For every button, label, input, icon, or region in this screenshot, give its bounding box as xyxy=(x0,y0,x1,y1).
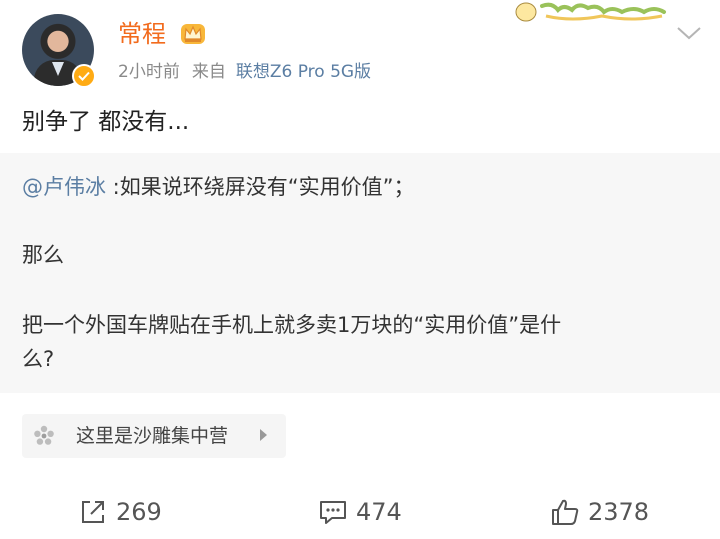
repost-text-1: :如果说环绕屏没有“实用价值”； xyxy=(106,175,415,199)
author-name[interactable]: 常程 xyxy=(118,18,166,50)
share-count: 269 xyxy=(116,498,162,526)
like-count: 2378 xyxy=(588,498,650,526)
flower-icon xyxy=(32,424,56,448)
post-time: 2小时前 xyxy=(118,62,180,82)
comment-button[interactable]: 474 xyxy=(318,492,402,532)
repost-line-1: @卢伟冰 :如果说环绕屏没有“实用价值”； xyxy=(22,171,415,203)
verified-badge-icon xyxy=(72,64,96,88)
mention-link[interactable]: @卢伟冰 xyxy=(22,175,106,199)
share-button[interactable]: 269 xyxy=(78,492,162,532)
like-button[interactable]: 2378 xyxy=(550,492,649,532)
group-chip[interactable]: 这里是沙雕集中营 xyxy=(22,414,286,458)
group-label: 这里是沙雕集中营 xyxy=(76,425,229,447)
repost-line-4: 么? xyxy=(22,347,55,371)
repost-block[interactable]: @卢伟冰 :如果说环绕屏没有“实用价值”； 那么 把一个外国车牌贴在手机上就多卖… xyxy=(0,153,720,393)
thumbs-up-icon xyxy=(552,499,579,525)
post-text: 别争了 都没有... xyxy=(22,109,190,135)
device-link[interactable]: 联想Z6 Pro 5G版 xyxy=(236,62,371,82)
crown-icon[interactable] xyxy=(178,20,208,48)
repost-line-3: 把一个外国车牌贴在手机上就多卖1万块的“实用价值”是什 xyxy=(22,313,562,337)
share-icon xyxy=(82,501,104,523)
chevron-right-icon xyxy=(260,429,267,441)
repost-line-2: 那么 xyxy=(22,243,64,267)
comment-count: 474 xyxy=(356,498,402,526)
from-label: 来自 xyxy=(191,62,226,82)
comment-icon xyxy=(320,501,346,524)
post-meta: 2小时前 来自 联想Z6 Pro 5G版 xyxy=(118,60,371,84)
card-decoration-image xyxy=(512,0,672,24)
chevron-down-icon[interactable] xyxy=(676,24,702,42)
